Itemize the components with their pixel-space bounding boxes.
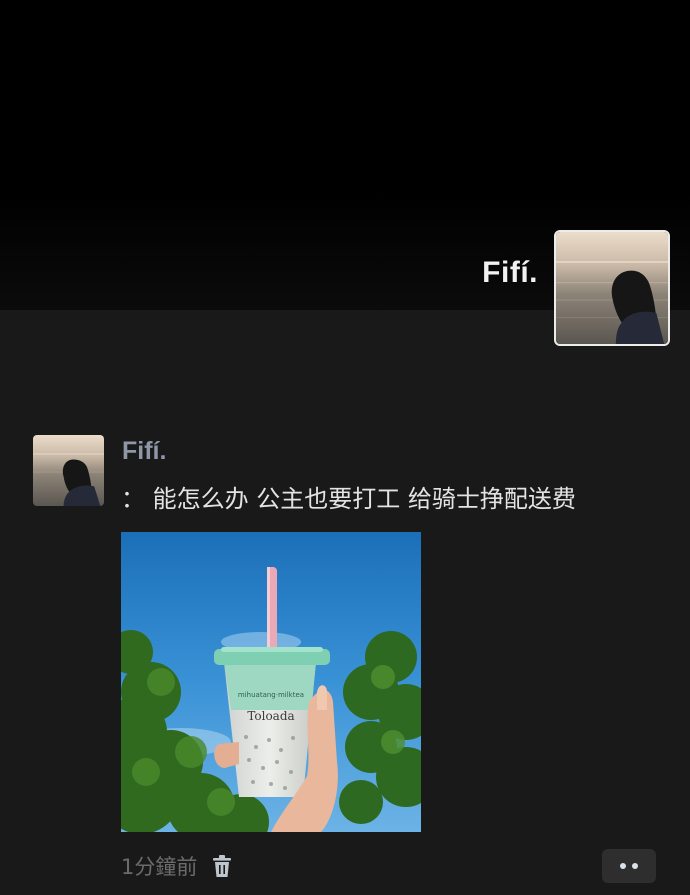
more-button[interactable] (602, 849, 656, 883)
cup-brand-text: Toloada (247, 709, 294, 723)
post-footer: 1分鐘前 (121, 851, 233, 881)
profile-cover: Fifí. (0, 0, 690, 346)
moments-page: Fifí. Fifí. ： 能怎么办 公主也要打工 给骑士挣配送费 mihuat… (0, 0, 690, 895)
avatar-image (556, 232, 668, 344)
post-text: ： 能怎么办 公主也要打工 给骑士挣配送费 (121, 485, 576, 513)
post-author-name[interactable]: Fifí. (122, 437, 166, 466)
more-dots-icon (632, 863, 638, 869)
trash-icon[interactable] (211, 854, 233, 878)
post-avatar[interactable] (33, 435, 104, 506)
profile-name[interactable]: Fifí. (482, 256, 538, 290)
drink-photo-image: mihuatang·milktea Toloada (121, 532, 421, 832)
cup-small-text: mihuatang·milktea (238, 691, 304, 699)
more-dots-icon (620, 863, 626, 869)
avatar-image (33, 435, 104, 506)
profile-avatar[interactable] (554, 230, 670, 346)
post-photo[interactable]: mihuatang·milktea Toloada (121, 532, 421, 832)
post-timestamp: 1分鐘前 (121, 855, 198, 879)
